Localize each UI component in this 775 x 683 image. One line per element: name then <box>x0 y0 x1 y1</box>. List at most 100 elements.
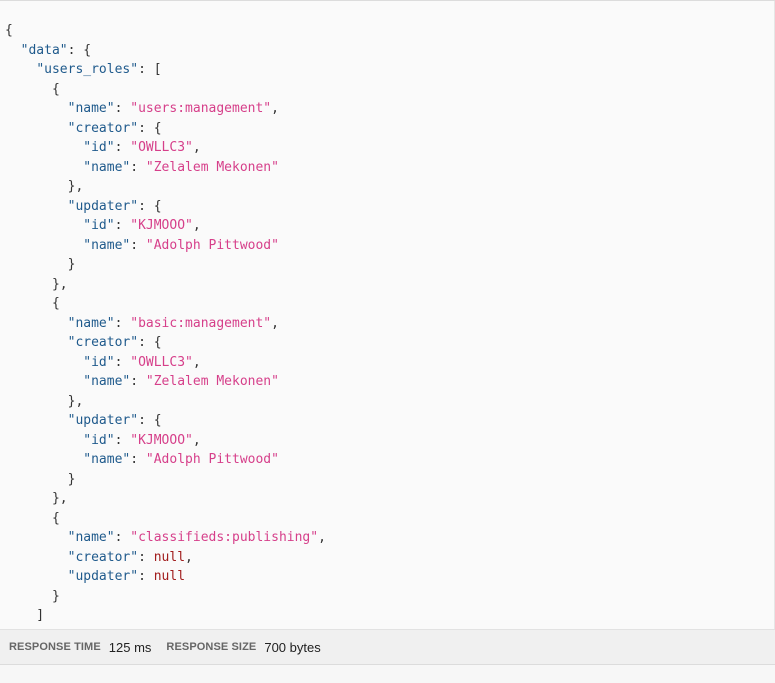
json-punctuation: : { <box>138 120 162 136</box>
json-punctuation: : <box>114 354 131 370</box>
json-line: "id": "OWLLC3", <box>5 353 326 373</box>
json-punctuation: : <box>138 569 154 584</box>
json-line: "creator": { <box>5 333 326 353</box>
json-line: ] <box>5 606 326 626</box>
json-line: "name": "basic:management", <box>5 314 326 334</box>
json-punctuation: : <box>114 218 131 233</box>
json-punctuation: : <box>114 315 131 331</box>
json-punctuation: : <box>114 530 131 545</box>
json-line: "updater": { <box>5 411 326 431</box>
json-string-value: "Zelalem Mekonen" <box>145 159 279 175</box>
json-punctuation: } <box>5 471 76 487</box>
json-punctuation: }, <box>5 491 68 506</box>
json-line: "data": { <box>5 41 326 61</box>
json-punctuation <box>5 199 68 214</box>
json-punctuation: }, <box>5 393 84 409</box>
json-punctuation <box>5 569 68 584</box>
json-string-value: "basic:management" <box>130 315 272 331</box>
json-line: "creator": { <box>5 119 326 139</box>
json-code-block: { "data": { "users_roles": [ { "name": "… <box>5 21 326 626</box>
json-punctuation: : <box>130 159 146 175</box>
json-punctuation: , <box>271 315 279 331</box>
json-punctuation <box>5 355 83 370</box>
json-key: "name" <box>83 452 131 467</box>
response-status-bar: RESPONSE TIME 125 ms RESPONSE SIZE 700 b… <box>0 629 775 665</box>
json-line: } <box>5 255 326 275</box>
json-key: "users_roles" <box>36 62 139 77</box>
json-line: { <box>5 509 326 529</box>
json-punctuation: : <box>114 140 131 155</box>
json-string-value: "KJMOOO" <box>130 218 193 233</box>
json-punctuation: , <box>185 549 193 565</box>
json-line: }, <box>5 275 326 295</box>
json-punctuation: , <box>192 354 201 370</box>
json-punctuation: : { <box>138 335 162 350</box>
response-size-stat: RESPONSE SIZE 700 bytes <box>166 640 320 655</box>
json-punctuation: : <box>114 432 131 448</box>
json-key: "id" <box>83 432 115 448</box>
json-key: "data" <box>20 42 68 58</box>
json-punctuation: , <box>318 530 326 545</box>
json-punctuation <box>5 316 68 331</box>
json-line: { <box>5 80 326 100</box>
json-punctuation <box>5 62 36 77</box>
json-key: "name" <box>67 315 115 331</box>
response-size-label: RESPONSE SIZE <box>166 641 257 653</box>
json-line: { <box>5 294 326 314</box>
json-string-value: "classifieds:publishing" <box>130 530 319 545</box>
json-line: }, <box>5 489 326 509</box>
json-punctuation <box>5 101 68 116</box>
json-punctuation: { <box>5 81 60 97</box>
json-punctuation <box>5 160 83 175</box>
json-punctuation: : <box>130 374 146 389</box>
json-string-value: "OWLLC3" <box>130 140 193 155</box>
json-line: "id": "OWLLC3", <box>5 138 326 158</box>
json-punctuation <box>5 238 83 253</box>
json-punctuation <box>5 452 83 467</box>
bottom-panel <box>0 665 775 683</box>
json-line: "name": "Adolph Pittwood" <box>5 450 326 470</box>
json-line: }, <box>5 392 326 412</box>
json-line: "name": "users:management", <box>5 99 326 119</box>
json-line: "id": "KJMOOO", <box>5 431 326 451</box>
json-key: "id" <box>83 354 115 370</box>
json-string-value: "users:management" <box>130 101 272 116</box>
json-punctuation <box>5 550 68 565</box>
json-key: "name" <box>67 530 115 545</box>
response-time-label: RESPONSE TIME <box>9 641 101 653</box>
response-time-value: 125 ms <box>108 639 152 655</box>
json-punctuation: : [ <box>138 62 162 77</box>
json-string-value: "Adolph Pittwood" <box>145 452 279 467</box>
json-key: "creator" <box>67 335 139 350</box>
json-punctuation: : <box>114 101 131 116</box>
json-key: "creator" <box>67 549 139 565</box>
json-punctuation: , <box>271 101 279 116</box>
json-line: "name": "Zelalem Mekonen" <box>5 372 326 392</box>
json-key: "name" <box>83 374 131 389</box>
json-key: "updater" <box>67 569 139 584</box>
json-line: "id": "KJMOOO", <box>5 216 326 236</box>
json-punctuation: } <box>5 588 60 604</box>
response-viewer: { "data": { "users_roles": [ { "name": "… <box>0 0 775 683</box>
json-line: } <box>5 470 326 490</box>
json-string-value: "Zelalem Mekonen" <box>145 374 279 389</box>
json-null-value: null <box>153 549 186 565</box>
json-response-panel[interactable]: { "data": { "users_roles": [ { "name": "… <box>0 1 775 629</box>
json-punctuation <box>5 530 68 545</box>
json-punctuation <box>5 121 68 136</box>
json-key: "updater" <box>67 413 139 428</box>
response-size-value: 700 bytes <box>264 639 321 655</box>
json-string-value: "KJMOOO" <box>130 432 193 448</box>
json-key: "creator" <box>67 120 139 136</box>
json-key: "name" <box>83 159 131 175</box>
json-line: "name": "Adolph Pittwood" <box>5 236 326 256</box>
json-line: "updater": null <box>5 567 326 587</box>
json-punctuation: : { <box>67 42 92 58</box>
json-key: "id" <box>83 140 115 155</box>
json-line: { <box>5 21 326 41</box>
json-punctuation: : <box>130 452 146 467</box>
json-key: "id" <box>83 218 115 233</box>
json-punctuation: , <box>192 218 201 233</box>
json-line: "creator": null, <box>5 548 326 568</box>
json-punctuation: }, <box>5 179 84 194</box>
